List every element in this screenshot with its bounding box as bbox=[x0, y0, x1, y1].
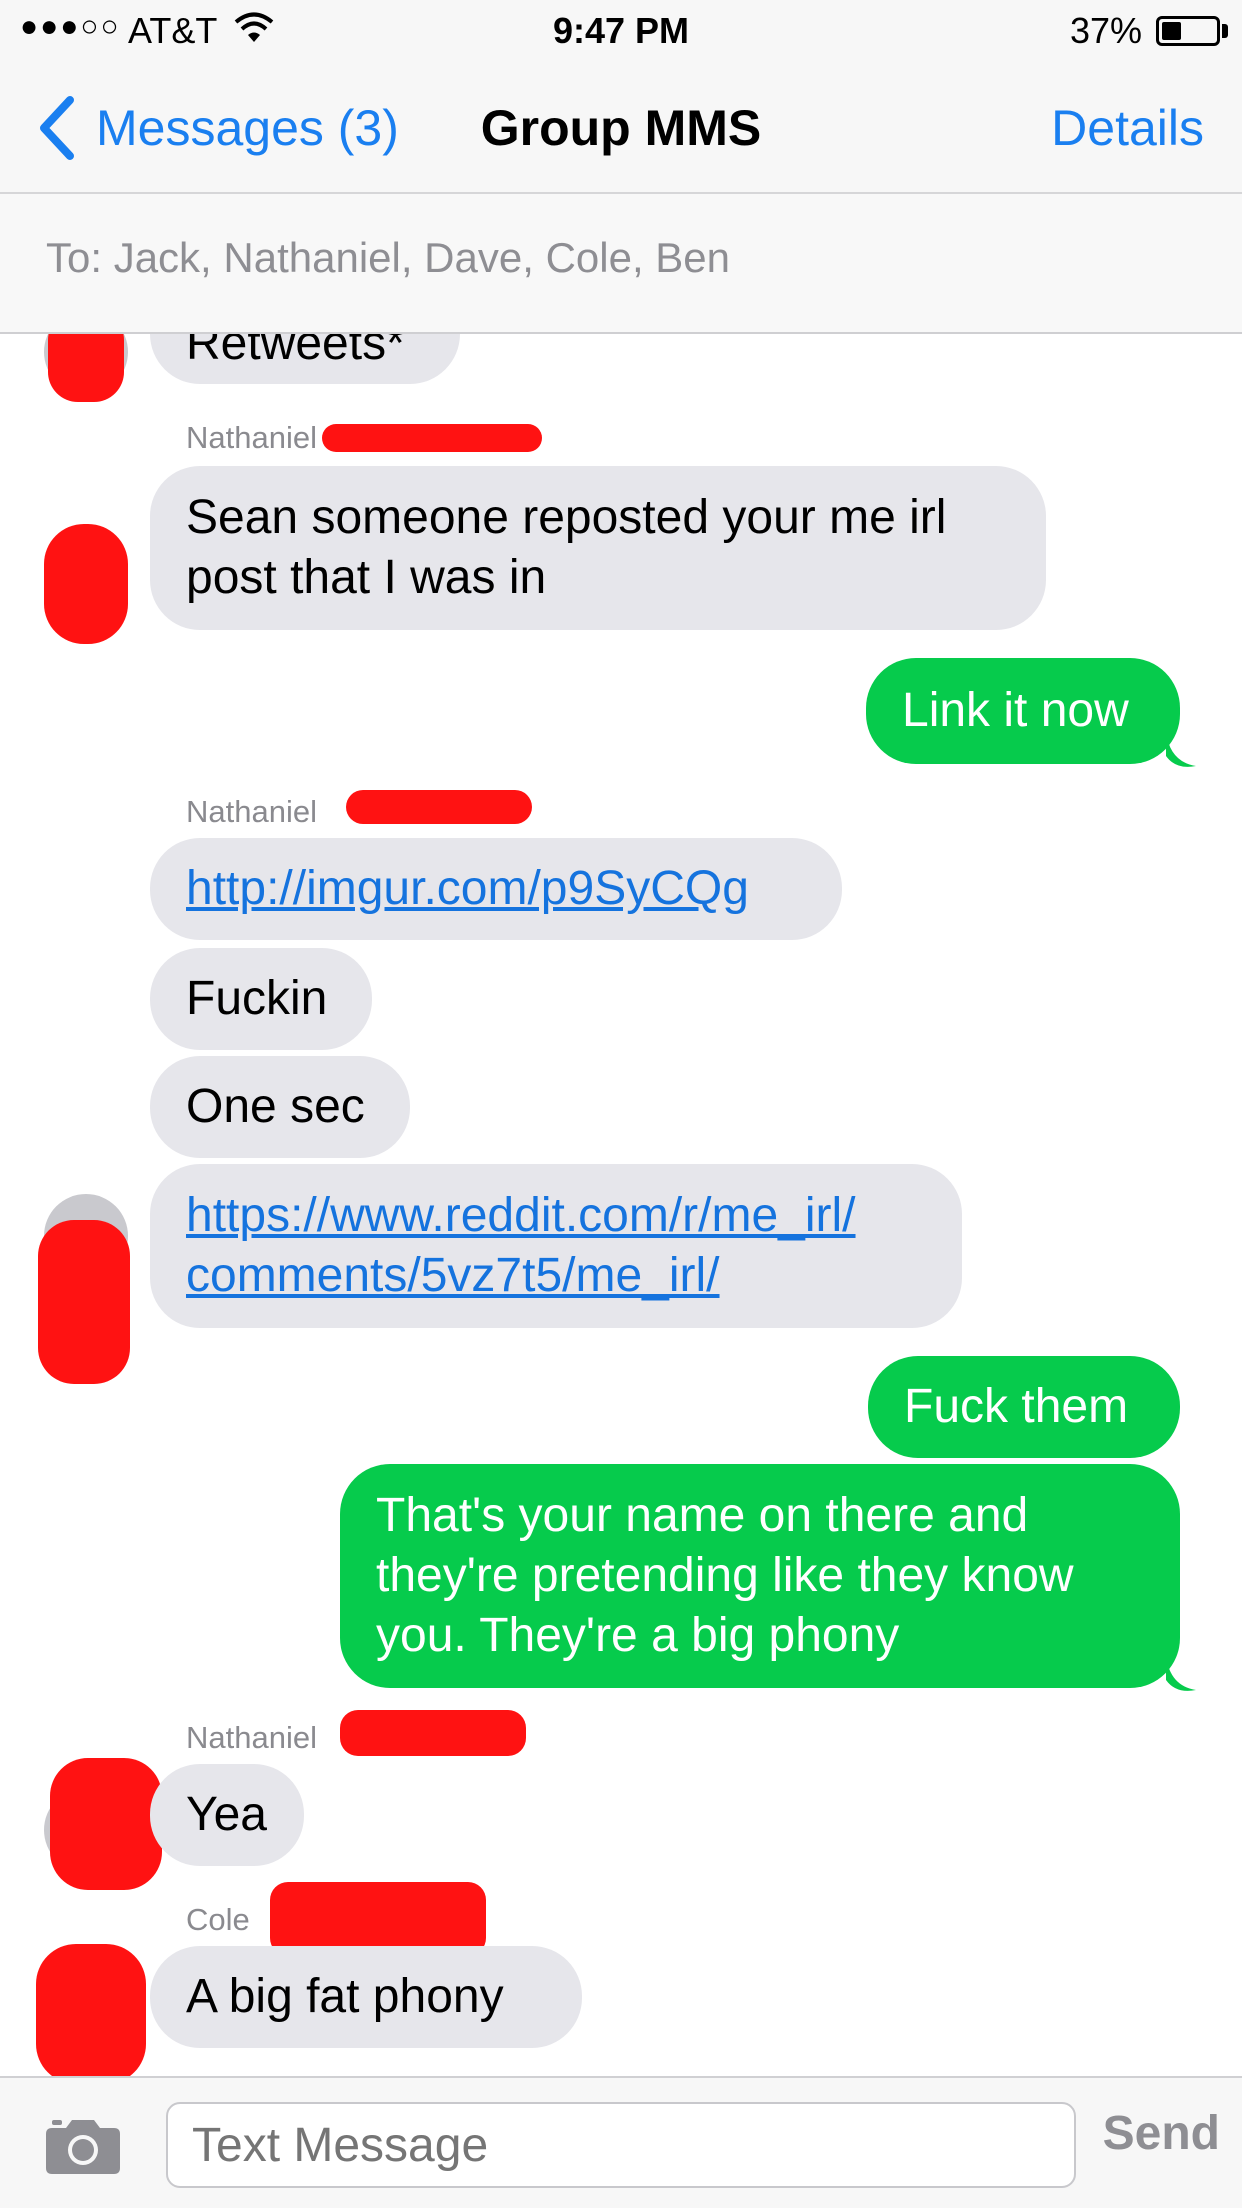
message-bubble-outgoing[interactable]: Link it now bbox=[866, 658, 1180, 764]
message-text: One sec bbox=[186, 1080, 365, 1133]
message-text-line: they're pretending like they know bbox=[376, 1549, 1074, 1602]
camera-icon[interactable] bbox=[44, 2114, 122, 2176]
message-text: Sean someone reposted your me irl post t… bbox=[186, 491, 947, 604]
redaction-mark bbox=[270, 1882, 486, 1956]
message-bubble-incoming[interactable]: Yea bbox=[150, 1764, 304, 1866]
message-bubble-outgoing[interactable]: That's your name on there and they're pr… bbox=[340, 1464, 1180, 1688]
message-link-line[interactable]: comments/5vz7t5/me_irl/ bbox=[186, 1246, 720, 1306]
message-text-line: That's your name on there and bbox=[376, 1489, 1029, 1542]
message-bubble-incoming[interactable]: Retweets* bbox=[150, 334, 460, 384]
message-bubble-incoming[interactable]: http://imgur.com/p9SyCQg bbox=[150, 838, 842, 940]
message-text: Yea bbox=[186, 1788, 267, 1841]
battery-icon bbox=[1156, 16, 1220, 46]
message-text: A big fat phony bbox=[186, 1970, 504, 2023]
message-link[interactable]: http://imgur.com/p9SyCQg bbox=[186, 859, 749, 919]
message-bubble-incoming[interactable]: https://www.reddit.com/r/me_irl/ comment… bbox=[150, 1164, 962, 1328]
status-bar: ●●●○○ AT&T 9:47 PM 37% bbox=[0, 0, 1242, 60]
redaction-mark bbox=[50, 1758, 162, 1890]
redaction-mark bbox=[36, 1944, 146, 2076]
message-thread[interactable]: Retweets* Nathaniel Sean someone reposte… bbox=[0, 334, 1242, 2076]
send-button[interactable]: Send bbox=[1103, 2106, 1220, 2161]
back-button-label: Messages (3) bbox=[96, 100, 399, 156]
chevron-left-icon bbox=[40, 96, 74, 160]
bubble-tail bbox=[1166, 732, 1196, 767]
message-input[interactable] bbox=[166, 2102, 1076, 2188]
details-button[interactable]: Details bbox=[1051, 88, 1204, 168]
sender-name: Cole bbox=[186, 1902, 250, 1937]
redaction-mark bbox=[346, 790, 532, 824]
battery-tip bbox=[1222, 24, 1228, 38]
sender-name: Nathaniel bbox=[186, 1720, 317, 1755]
message-bubble-incoming[interactable]: Fuckin bbox=[150, 948, 372, 1050]
redaction-mark bbox=[322, 424, 542, 452]
message-text: Retweets* bbox=[186, 334, 405, 370]
message-bubble-incoming[interactable]: A big fat phony bbox=[150, 1946, 582, 2048]
redaction-mark bbox=[38, 1220, 130, 1384]
message-link-line[interactable]: https://www.reddit.com/r/me_irl/ bbox=[186, 1186, 856, 1246]
battery-percent: 37% bbox=[1069, 10, 1142, 51]
message-text: Fuck them bbox=[904, 1380, 1129, 1433]
back-button[interactable]: Messages (3) bbox=[36, 88, 399, 168]
message-text: Fuckin bbox=[186, 972, 328, 1025]
recipients-bar[interactable]: To: Jack, Nathaniel, Dave, Cole, Ben bbox=[0, 192, 1242, 334]
clock: 9:47 PM bbox=[552, 10, 690, 51]
message-text: Link it now bbox=[902, 684, 1129, 737]
message-text-line: you. They're a big phony bbox=[376, 1609, 900, 1662]
message-bubble-incoming[interactable]: Sean someone reposted your me irl post t… bbox=[150, 466, 1046, 630]
redaction-mark bbox=[340, 1710, 526, 1756]
message-bubble-incoming[interactable]: One sec bbox=[150, 1056, 410, 1158]
top-bar: ●●●○○ AT&T 9:47 PM 37% Messages (3) Grou… bbox=[0, 0, 1242, 192]
bubble-tail bbox=[1166, 1656, 1196, 1691]
sender-name: Nathaniel bbox=[186, 794, 317, 829]
message-bubble-outgoing[interactable]: Fuck them bbox=[868, 1356, 1180, 1458]
sender-name: Nathaniel bbox=[186, 420, 317, 455]
recipients-list: To: Jack, Nathaniel, Dave, Cole, Ben bbox=[46, 234, 731, 281]
battery-fill bbox=[1162, 22, 1181, 40]
redaction-mark bbox=[48, 334, 124, 402]
redaction-mark bbox=[44, 524, 128, 644]
navigation-bar: Messages (3) Group MMS Details bbox=[0, 88, 1242, 168]
compose-bar: Send bbox=[0, 2076, 1242, 2208]
